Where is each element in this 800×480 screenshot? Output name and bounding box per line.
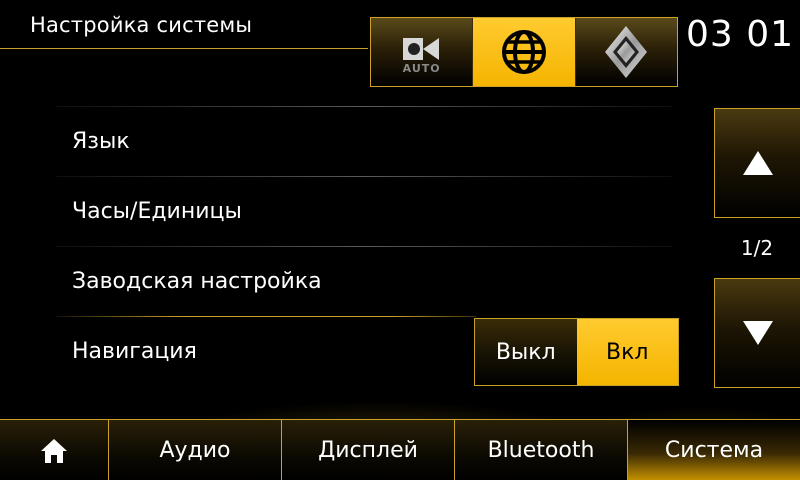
tab-system[interactable]: Система: [628, 420, 800, 480]
home-icon: [41, 438, 67, 463]
tab-home[interactable]: [0, 420, 109, 480]
separator: [56, 316, 476, 317]
triangle-down-icon: [743, 321, 773, 345]
navigation-toggle: Выкл Вкл: [474, 318, 679, 386]
auto-label: AUTO: [402, 62, 441, 75]
globe-icon: [501, 30, 546, 74]
globe-button[interactable]: [472, 18, 575, 86]
navigation-on-button[interactable]: Вкл: [576, 319, 678, 385]
menu-item-clock-units[interactable]: Часы/Единицы: [72, 199, 672, 224]
scroll-down-button[interactable]: [714, 278, 800, 388]
separator: [56, 176, 672, 177]
video-auto-button[interactable]: AUTO: [371, 18, 473, 86]
menu-item-language[interactable]: Язык: [72, 129, 672, 154]
tab-bluetooth[interactable]: Bluetooth: [455, 420, 628, 480]
bottom-nav: Аудио Дисплей Bluetooth Система: [0, 419, 800, 480]
system-settings-screen: Настройка системы AUTO 03 01 Язык Часы/Е…: [0, 0, 800, 480]
page-title: Настройка системы: [30, 13, 253, 37]
separator: [56, 106, 672, 107]
renault-logo-icon: [605, 26, 648, 78]
navigation-off-button[interactable]: Выкл: [475, 319, 577, 385]
tab-display[interactable]: Дисплей: [282, 420, 455, 480]
triangle-up-icon: [743, 151, 773, 175]
tab-audio[interactable]: Аудио: [109, 420, 282, 480]
mode-button-group: AUTO: [370, 17, 678, 87]
menu-item-navigation: Навигация: [72, 339, 197, 364]
separator: [56, 246, 672, 247]
brand-button[interactable]: [574, 18, 677, 86]
scroll-up-button[interactable]: [714, 108, 800, 218]
page-indicator: 1/2: [740, 236, 774, 260]
header-bar: Настройка системы: [0, 0, 368, 49]
menu-item-factory-reset[interactable]: Заводская настройка: [72, 269, 672, 294]
clock: 03 01: [686, 14, 795, 55]
